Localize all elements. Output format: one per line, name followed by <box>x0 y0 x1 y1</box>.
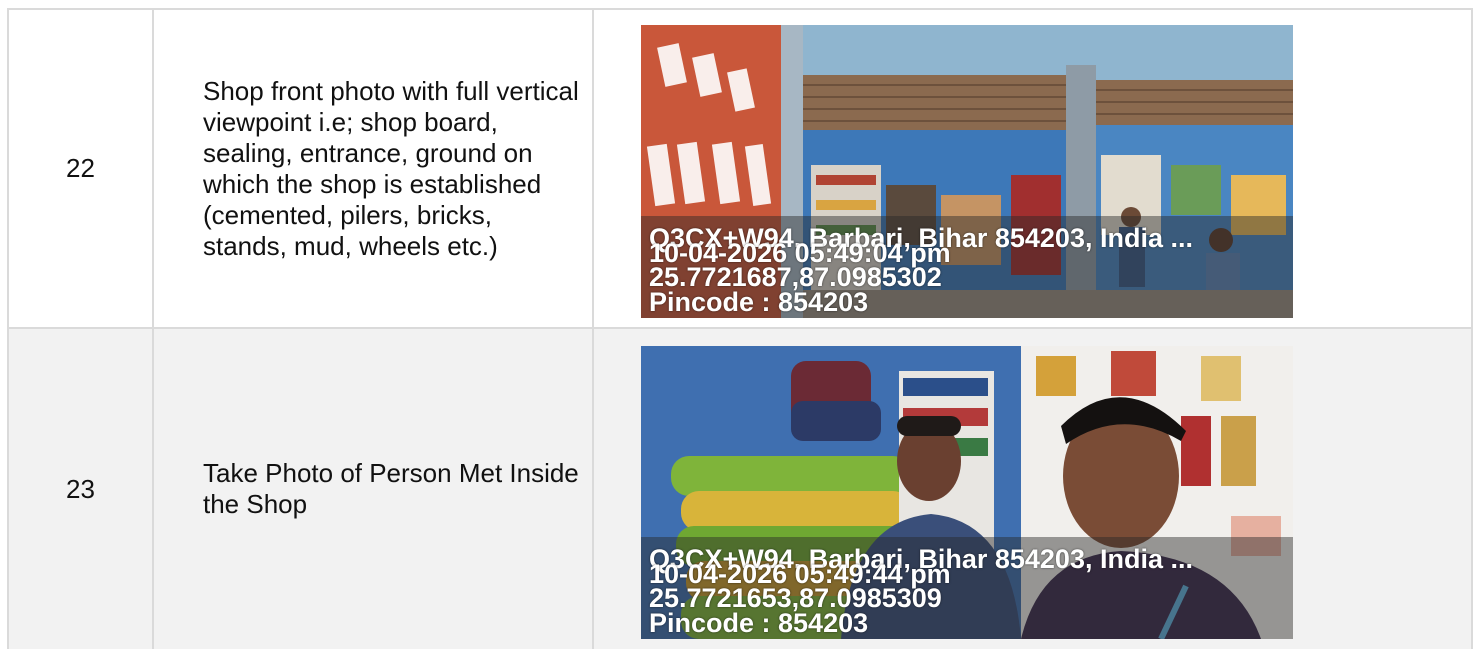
row-description: Shop front photo with full vertical view… <box>154 10 594 327</box>
photo-cell: Q3CX+W94, Barbari, Bihar 854203, India .… <box>594 329 1471 649</box>
report-table: 22 Shop front photo with full vertical v… <box>7 8 1473 649</box>
geo-pincode: Pincode : 854203 <box>649 287 869 317</box>
geo-pincode: Pincode : 854203 <box>649 608 869 638</box>
shop-front-photo[interactable]: Q3CX+W94, Barbari, Bihar 854203, India .… <box>641 25 1293 318</box>
row-description: Take Photo of Person Met Inside the Shop <box>154 329 594 649</box>
table-row: 22 Shop front photo with full vertical v… <box>9 10 1471 329</box>
row-number: 22 <box>9 10 154 327</box>
table-row: 23 Take Photo of Person Met Inside the S… <box>9 329 1471 649</box>
photo-cell: Q3CX+W94, Barbari, Bihar 854203, India .… <box>594 10 1471 327</box>
row-number: 23 <box>9 329 154 649</box>
person-met-photo[interactable]: Q3CX+W94, Barbari, Bihar 854203, India .… <box>641 346 1293 639</box>
